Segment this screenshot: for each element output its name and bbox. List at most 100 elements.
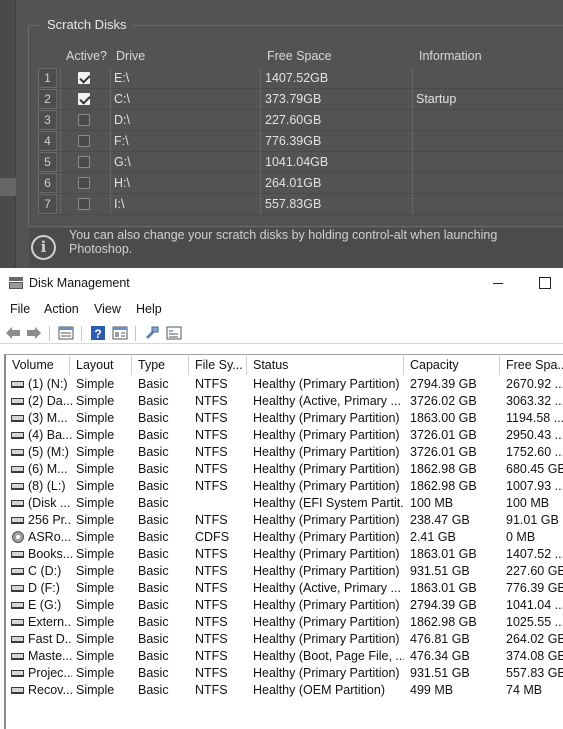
row-number: 3 xyxy=(38,110,57,130)
column-free-space[interactable]: Free Spa... xyxy=(500,356,563,375)
row-number: 2 xyxy=(38,89,57,109)
scratch-disk-row[interactable]: 6 H:\ 264.01GB xyxy=(38,173,563,194)
capacity-value: 3726.01 GB xyxy=(410,445,477,459)
scratch-disk-row[interactable]: 7 I:\ 557.83GB xyxy=(38,194,563,215)
scratch-disk-row[interactable]: 3 D:\ 227.60GB xyxy=(38,110,563,131)
volume-row[interactable]: Projec... Simple Basic NTFS Healthy (Primary… xyxy=(6,665,563,682)
layout-value: Simple xyxy=(76,394,115,408)
active-checkbox[interactable] xyxy=(78,156,90,168)
layout-value: Simple xyxy=(76,462,115,476)
layout-value: Simple xyxy=(76,377,115,391)
active-checkbox[interactable] xyxy=(78,72,90,84)
volume-row[interactable]: (1) (N:) Simple Basic NTFS Healthy (Primary … xyxy=(6,376,563,393)
volume-row[interactable]: (8) (L:) Simple Basic NTFS Healthy (Primary … xyxy=(6,478,563,495)
status-value: Healthy (Primary Partition) xyxy=(253,411,400,425)
free-space-value: 776.39GB xyxy=(265,134,322,148)
layout-value: Simple xyxy=(76,428,115,442)
status-value: Healthy (Primary Partition) xyxy=(253,513,400,527)
scratch-disk-row[interactable]: 4 F:\ 776.39GB xyxy=(38,131,563,152)
menu-file[interactable]: File xyxy=(10,301,30,317)
help-icon[interactable]: ? xyxy=(90,325,106,341)
volume-row[interactable]: (2) Da... Simple Basic NTFS Healthy (Active,… xyxy=(6,393,563,410)
scratch-disk-table: 1 E:\ 1407.52GB 2 C:\ 373.79GB Startup 3 D:\ 227.… xyxy=(38,68,563,215)
column-file-system[interactable]: File Sy... xyxy=(189,356,247,375)
volume-name: Maste... xyxy=(28,649,72,663)
file-system-value xyxy=(195,495,247,512)
free-space-value: 74 MB xyxy=(506,683,543,697)
disk-volume-icon xyxy=(11,585,24,592)
layout-value: Simple xyxy=(76,649,115,663)
active-checkbox[interactable] xyxy=(78,198,90,210)
active-checkbox[interactable] xyxy=(78,114,90,126)
title-bar[interactable]: Disk Management xyxy=(0,268,563,298)
back-arrow-icon[interactable] xyxy=(5,325,21,341)
active-checkbox[interactable] xyxy=(78,177,90,189)
free-space-value: 373.79GB xyxy=(265,92,322,106)
info-text: You can also change your scratch disks b… xyxy=(69,228,498,256)
type-value: Basic xyxy=(138,428,169,442)
column-layout[interactable]: Layout xyxy=(70,356,132,375)
scratch-disk-row[interactable]: 2 C:\ 373.79GB Startup xyxy=(38,89,563,110)
free-space-value: 3063.32 ... xyxy=(506,394,563,408)
cd-drive-icon xyxy=(12,531,24,543)
volume-row[interactable]: Fast D... Simple Basic NTFS Healthy (Primary… xyxy=(6,631,563,648)
volume-name: (6) M... xyxy=(28,462,68,476)
volume-row[interactable]: Books... Simple Basic NTFS Healthy (Primary … xyxy=(6,546,563,563)
active-checkbox[interactable] xyxy=(78,135,90,147)
capacity-value: 1863.01 GB xyxy=(410,581,477,595)
volume-row[interactable]: (3) M... Simple Basic NTFS Healthy (Primary … xyxy=(6,410,563,427)
free-space-value: 1025.55 ... xyxy=(506,615,563,629)
connect-icon[interactable] xyxy=(144,325,160,341)
volume-row[interactable]: (6) M... Simple Basic NTFS Healthy (Primary … xyxy=(6,461,563,478)
volume-row[interactable]: Maste... Simple Basic NTFS Healthy (Boot, Pa… xyxy=(6,648,563,665)
status-value: Healthy (Primary Partition) xyxy=(253,479,400,493)
menu-help[interactable]: Help xyxy=(136,301,162,317)
header-free-space[interactable]: Free Space xyxy=(267,48,332,64)
file-system-value: NTFS xyxy=(195,377,228,391)
scratch-disk-row[interactable]: 5 G:\ 1041.04GB xyxy=(38,152,563,173)
free-space-value: 227.60GB xyxy=(265,113,322,127)
menu-action[interactable]: Action xyxy=(44,301,79,317)
free-space-value: 2950.43 ... xyxy=(506,428,563,442)
column-type[interactable]: Type xyxy=(132,356,189,375)
forward-arrow-icon[interactable] xyxy=(26,325,42,341)
scratch-disk-row[interactable]: 1 E:\ 1407.52GB xyxy=(38,68,563,89)
status-value: Healthy (Active, Primary ... xyxy=(253,581,401,595)
volume-row[interactable]: E (G:) Simple Basic NTFS Healthy (Primary Pa… xyxy=(6,597,563,614)
column-capacity[interactable]: Capacity xyxy=(404,356,500,375)
status-value: Healthy (Primary Partition) xyxy=(253,428,400,442)
column-volume[interactable]: Volume xyxy=(6,356,70,375)
console-icon[interactable] xyxy=(166,325,182,341)
volume-name: C (D:) xyxy=(28,564,62,578)
layout-value: Simple xyxy=(76,411,115,425)
properties-icon[interactable] xyxy=(112,325,128,341)
type-value: Basic xyxy=(138,496,169,510)
volume-row[interactable]: C (D:) Simple Basic NTFS Healthy (Primary Pa… xyxy=(6,563,563,580)
column-status[interactable]: Status xyxy=(247,356,404,375)
active-checkbox[interactable] xyxy=(78,93,90,105)
minimize-button[interactable] xyxy=(482,272,512,294)
volume-row[interactable]: (4) Ba... Simple Basic NTFS Healthy (Primary… xyxy=(6,427,563,444)
menu-view[interactable]: View xyxy=(94,301,121,317)
volume-row[interactable]: Extern... Simple Basic NTFS Healthy (Primary… xyxy=(6,614,563,631)
disk-volume-icon xyxy=(11,432,24,439)
header-drive[interactable]: Drive xyxy=(116,48,145,64)
header-information[interactable]: Information xyxy=(419,48,482,64)
left-panel-tab[interactable] xyxy=(0,178,16,196)
disk-volume-icon xyxy=(11,381,24,388)
type-value: Basic xyxy=(138,411,169,425)
header-active[interactable]: Active? xyxy=(66,48,107,64)
maximize-button[interactable] xyxy=(529,272,559,294)
disk-volume-icon xyxy=(11,653,24,660)
volume-row[interactable]: (5) (M:) Simple Basic NTFS Healthy (Primary … xyxy=(6,444,563,461)
volume-row[interactable]: ASRo... Simple Basic CDFS Healthy (Primary P… xyxy=(6,529,563,546)
volume-row[interactable]: D (F:) Simple Basic NTFS Healthy (Active, Pr… xyxy=(6,580,563,597)
volume-row[interactable]: Recov... Simple Basic NTFS Healthy (OEM Part… xyxy=(6,682,563,699)
volume-row[interactable]: (Disk ... Simple Basic Healthy (EFI System … xyxy=(6,495,563,512)
list-view-icon[interactable] xyxy=(58,325,74,341)
type-value: Basic xyxy=(138,445,169,459)
free-space-value: 2670.92 ... xyxy=(506,377,563,391)
layout-value: Simple xyxy=(76,479,115,493)
volume-row[interactable]: 256 Pr... Simple Basic NTFS Healthy (Primary… xyxy=(6,512,563,529)
status-value: Healthy (Primary Partition) xyxy=(253,666,400,680)
